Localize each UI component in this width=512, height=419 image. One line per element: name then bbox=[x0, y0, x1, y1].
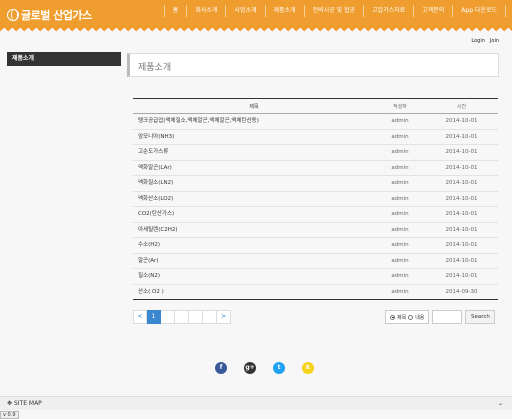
table-header: 제목 작성자 시간 bbox=[133, 98, 498, 114]
prev-page-button[interactable]: < bbox=[133, 310, 147, 324]
row-date: 2014-09-30 bbox=[445, 288, 478, 295]
row-author: admin bbox=[391, 133, 409, 140]
table-row[interactable]: CO2(탄산가스) admin 2014-10-01 bbox=[133, 207, 498, 223]
row-title[interactable]: 아세틸렌(C2H2) bbox=[133, 223, 375, 238]
row-date: 2014-10-01 bbox=[445, 211, 478, 217]
nav-item-business[interactable]: 사업소개 bbox=[225, 5, 264, 17]
radio-content-label: 내용 bbox=[415, 314, 425, 321]
main-nav: 홈 회사소개 사업소개 제품소개 전비시공 및 협공 고압가스자료 고객문의 A… bbox=[163, 5, 506, 17]
row-date: 2014-10-01 bbox=[445, 226, 478, 233]
table-row[interactable]: 알곤(Ar) admin 2014-10-01 bbox=[133, 254, 498, 269]
row-author: admin bbox=[391, 226, 409, 233]
table-row[interactable]: 수소(H2) admin 2014-10-01 bbox=[133, 238, 498, 254]
nav-item-products[interactable]: 제품소개 bbox=[264, 5, 304, 17]
row-title[interactable]: 고순도가스류 bbox=[133, 145, 375, 160]
row-date: 2014-10-01 bbox=[445, 242, 478, 248]
logo-text: 글로벌 산업가스 bbox=[21, 9, 92, 22]
row-title[interactable]: 질소(N2) bbox=[133, 269, 375, 284]
page-slot[interactable] bbox=[175, 310, 189, 324]
row-author: admin bbox=[391, 164, 409, 171]
nav-item-home[interactable]: 홈 bbox=[163, 5, 187, 17]
row-author: admin bbox=[391, 288, 409, 295]
row-author: admin bbox=[391, 242, 409, 248]
pagination: < 1 > bbox=[133, 310, 231, 324]
column-header-title: 제목 bbox=[249, 104, 259, 110]
nav-item-gas-data[interactable]: 고압가스자료 bbox=[363, 5, 413, 17]
radio-content[interactable] bbox=[408, 314, 414, 320]
page-slot[interactable] bbox=[189, 310, 203, 324]
nav-item-construction[interactable]: 전비시공 및 협공 bbox=[303, 5, 363, 17]
facebook-icon[interactable]: f bbox=[215, 362, 227, 374]
row-title[interactable]: 액화알곤(LAr) bbox=[133, 161, 375, 176]
search-options: 제목 내용 bbox=[385, 310, 430, 324]
nav-item-app-download[interactable]: App 다운로드 bbox=[452, 5, 506, 17]
row-date: 2014-10-01 bbox=[445, 195, 478, 202]
header-zigzag-border bbox=[0, 28, 512, 34]
page-title: 제품소개 bbox=[138, 63, 172, 73]
row-title[interactable]: 알곤(Ar) bbox=[133, 254, 375, 269]
sitemap-icon: ✥ bbox=[7, 400, 13, 407]
row-author: admin bbox=[391, 180, 409, 186]
site-header: 글로벌 산업가스 홈 회사소개 사업소개 제품소개 전비시공 및 협공 고압가스… bbox=[0, 0, 512, 28]
row-date: 2014-10-01 bbox=[445, 133, 478, 140]
row-author: admin bbox=[391, 211, 409, 217]
row-author: admin bbox=[391, 273, 409, 279]
row-title[interactable]: CO2(탄산가스) bbox=[133, 207, 375, 222]
chevron-down-icon[interactable]: ⌄ bbox=[498, 397, 503, 410]
table-row[interactable]: 액화알곤(LAr) admin 2014-10-01 bbox=[133, 161, 498, 176]
search-bar: 제목 내용 Search bbox=[385, 310, 496, 324]
row-title[interactable]: 액화질소(LN2) bbox=[133, 176, 375, 191]
next-page-button[interactable]: > bbox=[217, 310, 231, 324]
radio-title[interactable] bbox=[390, 314, 395, 320]
row-date: 2014-10-01 bbox=[445, 180, 478, 186]
social-links: f g+ t k bbox=[215, 362, 314, 374]
table-row[interactable]: 산소( O2 ) admin 2014-09-30 bbox=[133, 285, 498, 300]
row-title[interactable]: 탱크공급업(액체질소,액체알곤,액체알곤,액체탄산동) bbox=[133, 114, 375, 129]
search-input[interactable] bbox=[432, 310, 463, 324]
site-map-bar[interactable]: ✥ SITE MAP ⌄ bbox=[0, 396, 512, 410]
nav-item-company[interactable]: 회사소개 bbox=[186, 5, 225, 17]
join-link[interactable]: Join bbox=[490, 38, 499, 44]
search-button[interactable]: Search bbox=[465, 310, 496, 324]
row-date: 2014-10-01 bbox=[445, 118, 478, 124]
status-badge: v 0.9 bbox=[0, 411, 19, 419]
row-author: admin bbox=[391, 257, 409, 264]
sidebar-title[interactable]: 제품소개 bbox=[7, 52, 121, 66]
site-logo[interactable]: 글로벌 산업가스 bbox=[7, 7, 92, 23]
google-plus-icon[interactable]: g+ bbox=[244, 362, 256, 374]
column-header-date: 시간 bbox=[456, 104, 467, 110]
product-table: 제목 작성자 시간 탱크공급업(액체질소,액체알곤,액체알곤,액체탄산동) adm… bbox=[133, 98, 498, 300]
sitemap-label: SITE MAP bbox=[13, 400, 42, 407]
row-date: 2014-10-01 bbox=[445, 164, 478, 171]
table-row[interactable]: 액화산소(LO2) admin 2014-10-01 bbox=[133, 192, 498, 207]
row-author: admin bbox=[391, 118, 409, 124]
auth-links: Login Join bbox=[471, 38, 499, 44]
row-date: 2014-10-01 bbox=[445, 273, 478, 279]
row-title[interactable]: 액화산소(LO2) bbox=[133, 192, 375, 207]
nav-item-contact[interactable]: 고객문의 bbox=[413, 5, 452, 17]
row-title[interactable]: 암모니아(NH3) bbox=[133, 130, 375, 145]
page-title-box: 제품소개 bbox=[127, 53, 499, 77]
page-1-button[interactable]: 1 bbox=[147, 310, 161, 324]
table-row[interactable]: 질소(N2) admin 2014-10-01 bbox=[133, 269, 498, 285]
twitter-icon[interactable]: t bbox=[273, 362, 285, 374]
table-row[interactable]: 고순도가스류 admin 2014-10-01 bbox=[133, 145, 498, 161]
page-slot[interactable] bbox=[203, 310, 217, 324]
row-author: admin bbox=[391, 149, 409, 155]
row-date: 2014-10-01 bbox=[445, 149, 478, 155]
globe-icon bbox=[7, 9, 19, 21]
kakao-icon[interactable]: k bbox=[302, 362, 314, 374]
table-row[interactable]: 탱크공급업(액체질소,액체알곤,액체알곤,액체탄산동) admin 2014-10-… bbox=[133, 114, 498, 130]
table-row[interactable]: 아세틸렌(C2H2) admin 2014-10-01 bbox=[133, 223, 498, 238]
page-slot[interactable] bbox=[161, 310, 175, 324]
row-date: 2014-10-01 bbox=[445, 257, 478, 264]
row-title[interactable]: 수소(H2) bbox=[133, 238, 375, 253]
table-row[interactable]: 암모니아(NH3) admin 2014-10-01 bbox=[133, 130, 498, 145]
table-row[interactable]: 액화질소(LN2) admin 2014-10-01 bbox=[133, 176, 498, 192]
login-link[interactable]: Login bbox=[471, 38, 485, 44]
row-title[interactable]: 산소( O2 ) bbox=[133, 285, 375, 300]
column-header-author: 작성자 bbox=[393, 104, 407, 110]
radio-title-label: 제목 bbox=[397, 314, 407, 321]
row-author: admin bbox=[391, 195, 409, 202]
